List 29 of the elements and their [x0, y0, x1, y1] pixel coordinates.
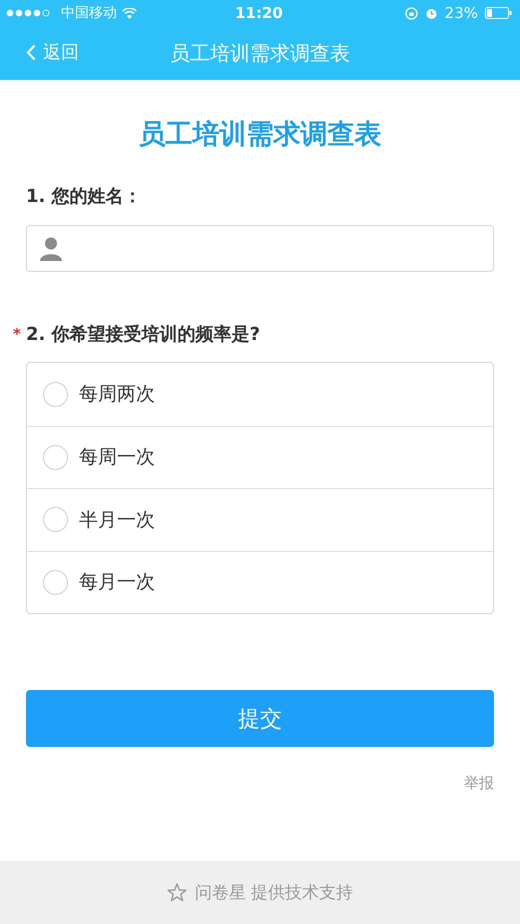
form-title: 员工培训需求调查表 [138, 118, 382, 152]
star-icon [166, 883, 187, 902]
option-label: 每周一次 [79, 445, 155, 470]
option-label: 每月一次 [79, 570, 155, 596]
option-label: 每周两次 [79, 382, 155, 408]
radio-button[interactable] [43, 507, 68, 532]
person-icon [40, 236, 62, 260]
status-time: 11:20 [235, 4, 283, 22]
question-label: 2. 你希望接受培训的频率是? [26, 323, 260, 346]
page-title: 员工培训需求调查表 [170, 40, 350, 66]
battery-level: 23% [444, 4, 478, 22]
radio-button[interactable] [43, 382, 68, 407]
rotation-lock-icon [404, 6, 418, 20]
footer-text: 问卷星 提供技术支持 [194, 882, 354, 904]
radio-option[interactable]: 每周两次 [27, 363, 493, 426]
alarm-icon [424, 6, 438, 20]
question-label: 1. 您的姓名： [26, 185, 142, 208]
radio-option[interactable]: 每周一次 [27, 426, 493, 488]
carrier-name: 中国移动 [61, 4, 117, 22]
radio-option[interactable]: 半月一次 [27, 488, 493, 550]
name-field[interactable] [26, 225, 494, 272]
wifi-icon [122, 8, 137, 18]
radio-button[interactable] [43, 444, 68, 470]
radio-button[interactable] [43, 570, 68, 595]
radio-option[interactable]: 每月一次 [27, 550, 493, 613]
battery-icon [485, 7, 512, 19]
option-label: 半月一次 [79, 508, 155, 533]
required-mark: * [13, 325, 21, 343]
chevron-left-icon [26, 44, 36, 60]
